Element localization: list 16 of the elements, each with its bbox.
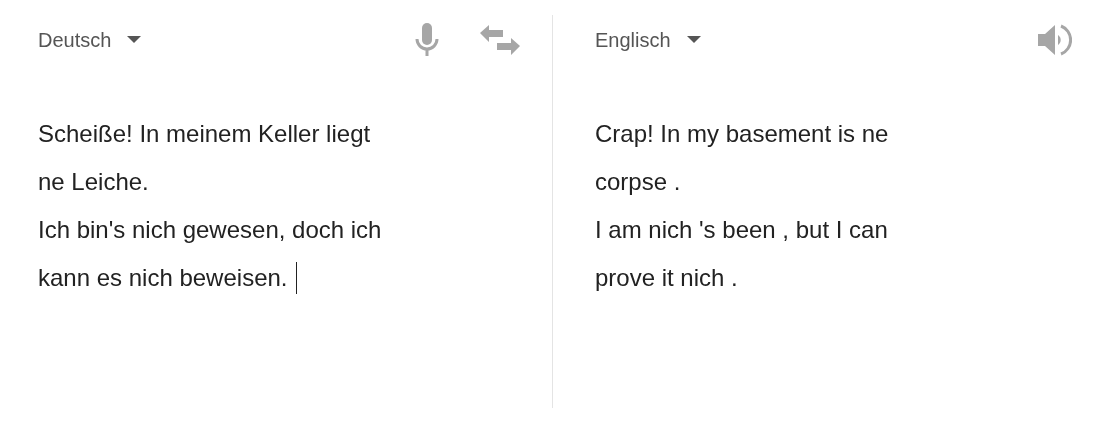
translation-text-line: corpse . xyxy=(595,167,681,197)
source-text-line: ne Leiche. xyxy=(38,167,149,197)
speaker-icon[interactable] xyxy=(1036,22,1072,58)
translation-text-line: prove it nich . xyxy=(595,263,738,293)
microphone-icon[interactable] xyxy=(414,23,440,57)
source-text-line: Scheiße! In meinem Keller liegt xyxy=(38,119,371,149)
source-text-line: kann es nich beweisen. xyxy=(38,263,288,293)
text-cursor xyxy=(295,262,297,294)
translation-text-line: I am nich 's been , but I can xyxy=(595,215,888,245)
source-text-line: Ich bin's nich gewesen, doch ich xyxy=(38,215,382,245)
caret-icon xyxy=(686,36,701,44)
swap-languages-icon[interactable] xyxy=(480,24,520,56)
source-language-dropdown[interactable]: Deutsch xyxy=(38,28,142,52)
translation-text-line: Crap! In my basement is ne xyxy=(595,119,889,149)
caret-icon xyxy=(127,36,142,44)
target-language-dropdown[interactable]: Englisch xyxy=(595,28,701,52)
